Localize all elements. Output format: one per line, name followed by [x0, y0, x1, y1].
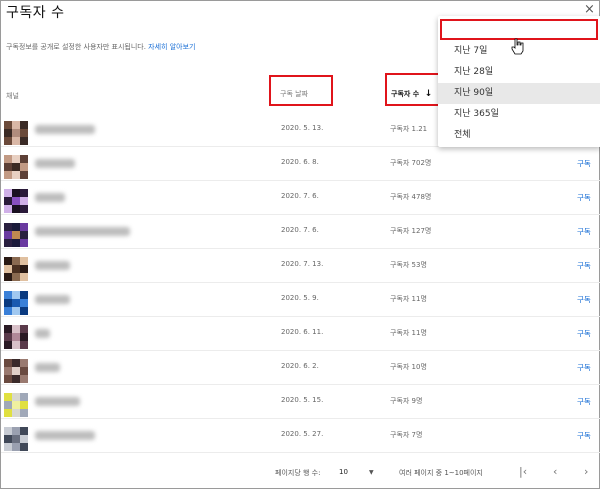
table-row: 2020. 6. 11. 구독자 11명 구독: [1, 317, 600, 351]
subscribe-button[interactable]: 구독: [577, 294, 591, 305]
subscription-date: 2020. 7. 6.: [281, 192, 319, 200]
channel-name-blurred[interactable]: [35, 125, 95, 134]
table-row: 2020. 7. 13. 구독자 53명 구독: [1, 249, 600, 283]
channel-avatar[interactable]: [4, 359, 29, 384]
sort-arrow-icon: ↓: [424, 89, 433, 99]
channel-name-blurred[interactable]: [35, 431, 95, 440]
period-option[interactable]: 지난 90일: [438, 83, 600, 104]
channel-avatar[interactable]: [4, 427, 29, 452]
header-date[interactable]: 구독 날짜: [280, 89, 308, 99]
subscribe-button[interactable]: 구독: [577, 396, 591, 407]
subscription-date: 2020. 7. 13.: [281, 260, 324, 268]
subscription-date: 2020. 5. 27.: [281, 430, 324, 438]
table-row: 2020. 5. 9. 구독자 11명 구독: [1, 283, 600, 317]
dialog-title: 구독자 수: [6, 5, 65, 21]
period-select-box[interactable]: [440, 19, 598, 40]
channel-avatar[interactable]: [4, 257, 29, 282]
channel-avatar[interactable]: [4, 291, 29, 316]
prev-page-icon[interactable]: ‹: [553, 465, 557, 478]
rows-per-page-select[interactable]: 10: [339, 468, 348, 476]
header-subscribers[interactable]: 구독자 수 ↓: [391, 89, 432, 99]
learn-more-link[interactable]: 자세히 알아보기: [148, 43, 195, 51]
subscribe-button[interactable]: 구독: [577, 158, 591, 169]
table-row: 2020. 7. 6. 구독자 127명 구독: [1, 215, 600, 249]
period-option[interactable]: 지난 365일: [438, 104, 600, 125]
header-channel: 채널: [6, 92, 19, 100]
channel-name-blurred[interactable]: [35, 329, 50, 338]
first-page-icon[interactable]: |‹: [519, 465, 527, 478]
channel-name-blurred[interactable]: [35, 363, 60, 372]
subscriber-count: 구독자 11명: [390, 295, 427, 303]
subscription-date: 2020. 5. 15.: [281, 396, 324, 404]
subscribe-button[interactable]: 구독: [577, 430, 591, 441]
channel-name-blurred[interactable]: [35, 227, 130, 236]
subscribers-dialog: 구독자 수 × 구독정보를 공개로 설정한 사용자만 표시됩니다. 자세히 알아…: [0, 0, 600, 489]
subscriber-count: 구독자 478명: [390, 193, 432, 201]
channel-name-blurred[interactable]: [35, 193, 65, 202]
dialog-description: 구독정보를 공개로 설정한 사용자만 표시됩니다. 자세히 알아보기: [6, 42, 195, 52]
channel-name-blurred[interactable]: [35, 397, 80, 406]
next-page-icon[interactable]: ›: [584, 465, 588, 478]
channel-name-blurred[interactable]: [35, 159, 75, 168]
period-option[interactable]: 지난 28일: [438, 62, 600, 83]
channel-avatar[interactable]: [4, 121, 29, 146]
subscription-date: 2020. 6. 8.: [281, 158, 319, 166]
description-text: 구독정보를 공개로 설정한 사용자만 표시됩니다.: [6, 43, 146, 51]
period-dropdown: 지난 7일 지난 28일 지난 90일 지난 365일 전체: [438, 16, 600, 147]
subscriber-count: 구독자 702명: [390, 159, 432, 167]
subscribe-button[interactable]: 구독: [577, 362, 591, 373]
subscription-date: 2020. 5. 9.: [281, 294, 319, 302]
rows-per-page-label: 페이지당 행 수:: [275, 469, 321, 477]
table-row: 2020. 6. 8. 구독자 702명 구독: [1, 147, 600, 181]
table-row: 2020. 6. 2. 구독자 10명 구독: [1, 351, 600, 385]
channel-name-blurred[interactable]: [35, 261, 70, 270]
subscriber-count: 구독자 11명: [390, 329, 427, 337]
subscriber-count: 구독자 7명: [390, 431, 423, 439]
channel-avatar[interactable]: [4, 325, 29, 350]
chevron-down-icon[interactable]: ▼: [369, 469, 374, 476]
subscriber-count: 구독자 10명: [390, 363, 427, 371]
page-range-text: 여러 페이지 중 1~10페이지: [399, 469, 483, 477]
subscription-date: 2020. 6. 11.: [281, 328, 324, 336]
table-row: 2020. 5. 15. 구독자 9명 구독: [1, 385, 600, 419]
hand-cursor-icon: [511, 38, 524, 55]
subscriber-count: 구독자 53명: [390, 261, 427, 269]
subscription-date: 2020. 7. 6.: [281, 226, 319, 234]
channel-avatar[interactable]: [4, 393, 29, 418]
subscription-date: 2020. 5. 13.: [281, 124, 324, 132]
channel-avatar[interactable]: [4, 189, 29, 214]
table-row: 2020. 7. 6. 구독자 478명 구독: [1, 181, 600, 215]
table-footer: 페이지당 행 수: 10 ▼ 여러 페이지 중 1~10페이지 |‹ ‹ ›: [1, 460, 600, 488]
period-option[interactable]: 전체: [438, 125, 600, 146]
subscriber-count: 구독자 9명: [390, 397, 423, 405]
close-icon[interactable]: ×: [584, 2, 595, 17]
subscriber-count: 구독자 1.21: [390, 125, 428, 133]
subscribe-button[interactable]: 구독: [577, 192, 591, 203]
subscribe-button[interactable]: 구독: [577, 260, 591, 271]
header-subscribers-label: 구독자 수: [391, 90, 420, 98]
table-row: 2020. 5. 27. 구독자 7명 구독: [1, 419, 600, 453]
channel-avatar[interactable]: [4, 223, 29, 248]
channel-name-blurred[interactable]: [35, 295, 70, 304]
subscriber-count: 구독자 127명: [390, 227, 432, 235]
subscribe-button[interactable]: 구독: [577, 328, 591, 339]
subscribe-button[interactable]: 구독: [577, 226, 591, 237]
channel-avatar[interactable]: [4, 155, 29, 180]
subscription-date: 2020. 6. 2.: [281, 362, 319, 370]
